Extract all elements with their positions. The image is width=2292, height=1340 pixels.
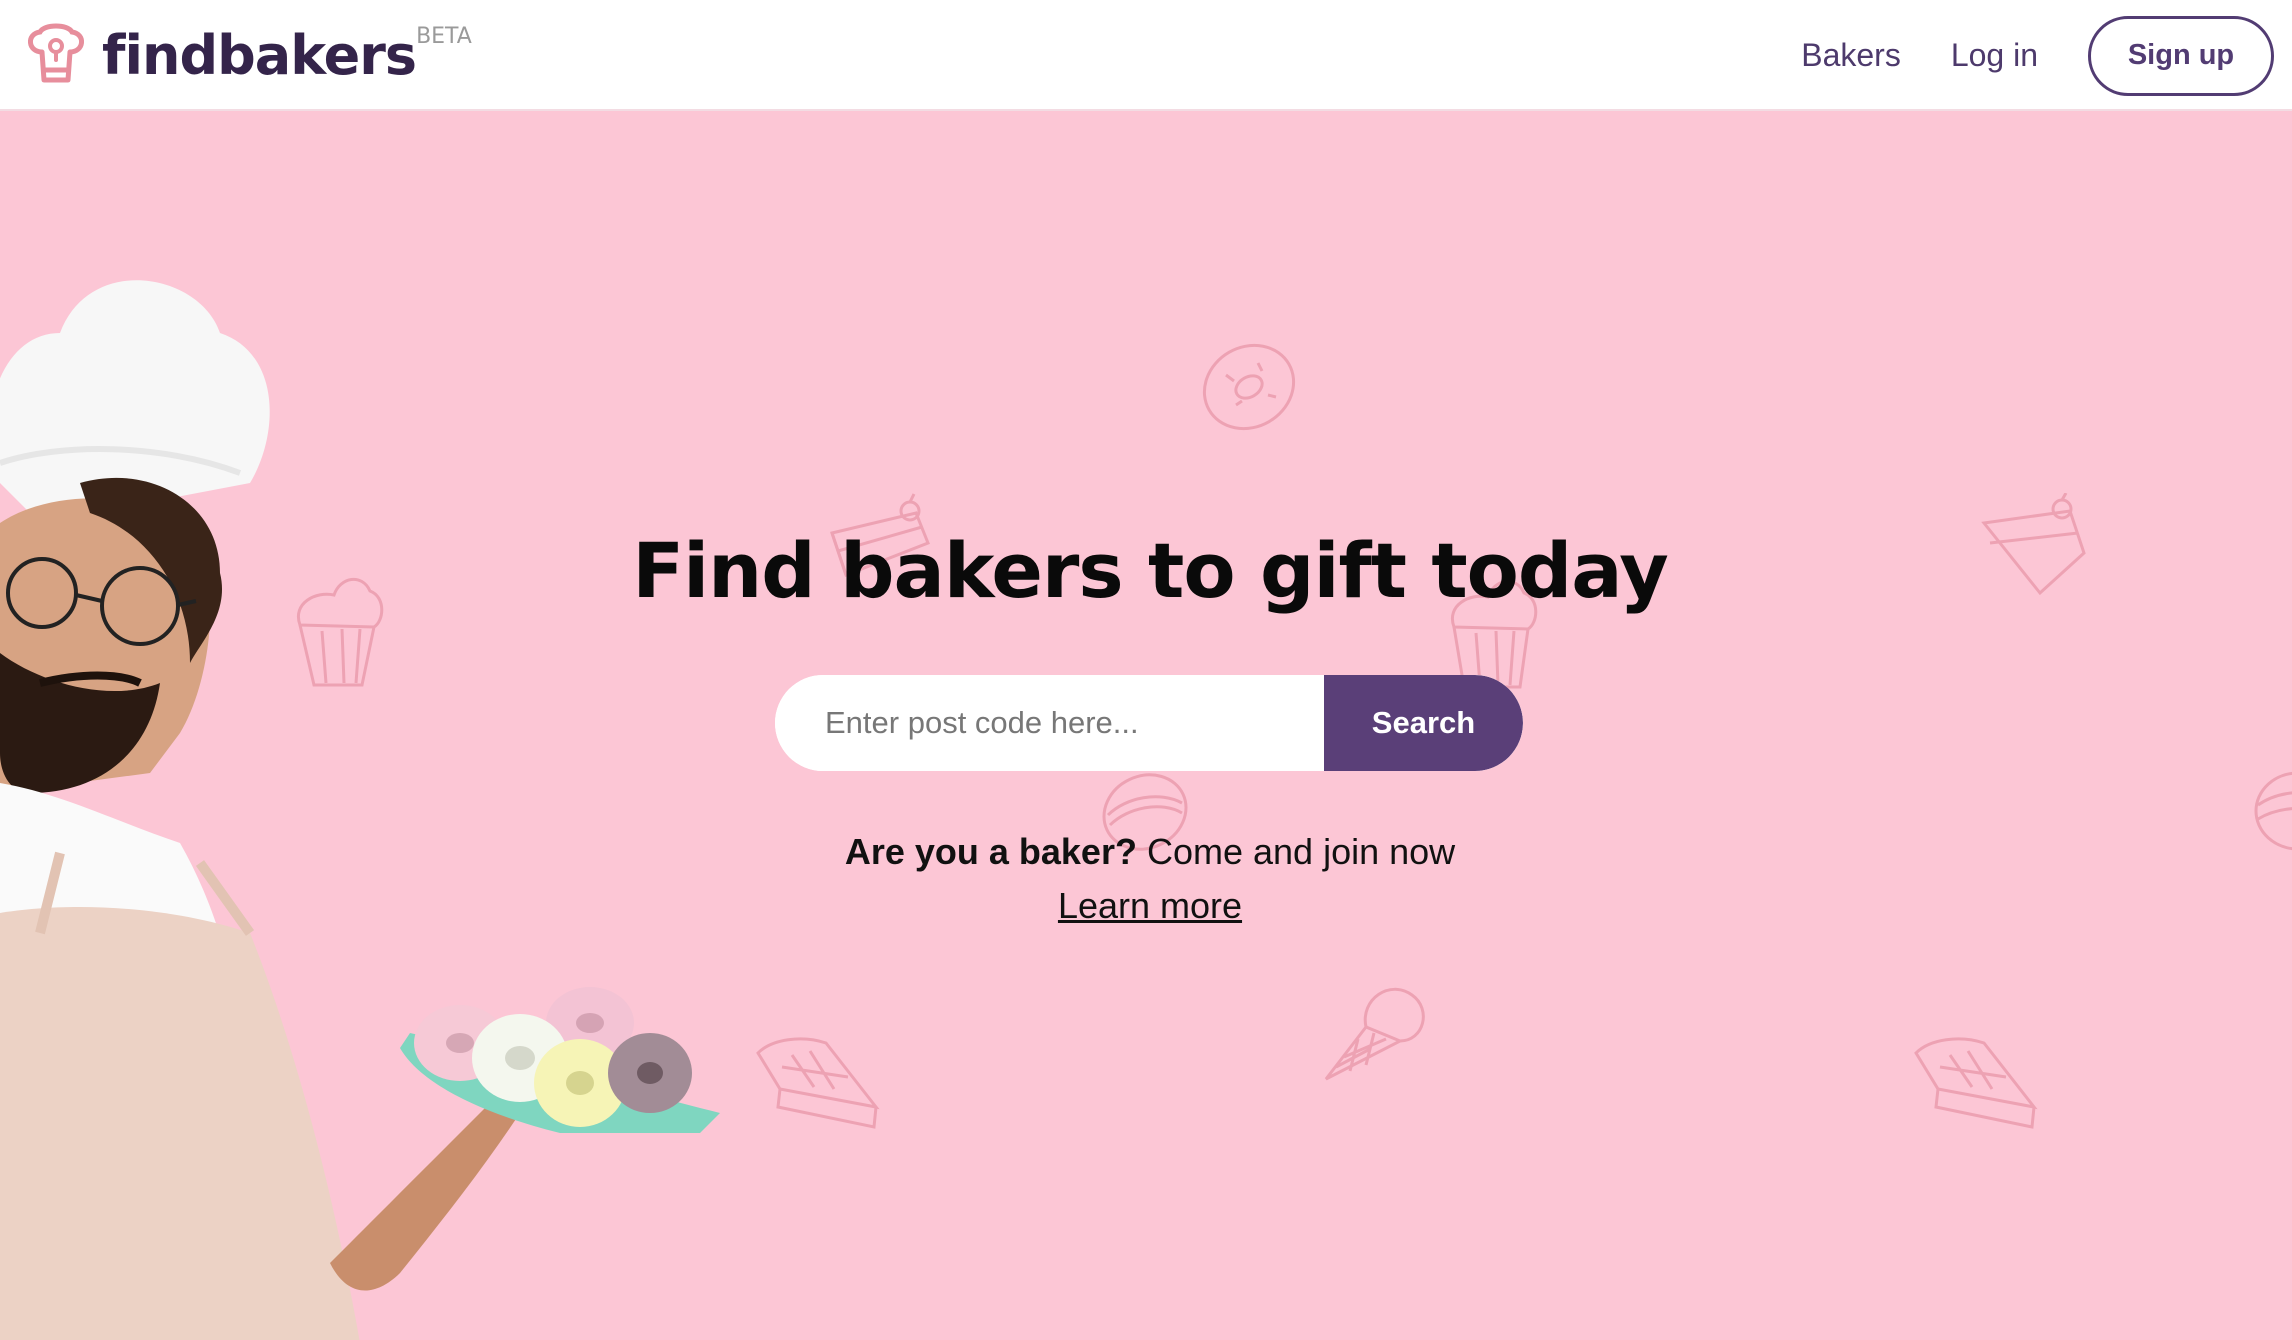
logo-wordmark: findbakers	[102, 24, 417, 87]
nav-link-login[interactable]: Log in	[1951, 37, 2038, 74]
search-button[interactable]: Search	[1324, 675, 1523, 771]
baker-join-text: Come and join now	[1136, 831, 1456, 872]
baker-join-prompt: Are you a baker? Come and join now	[0, 831, 2292, 873]
nav-link-bakers[interactable]: Bakers	[1801, 37, 1901, 74]
learn-more-container: Learn more	[0, 885, 2292, 927]
baker-question: Are you a baker?	[844, 831, 1137, 872]
main-nav: Bakers Log in Sign up	[1801, 0, 2292, 111]
postcode-search-form: Search	[775, 675, 1523, 771]
hero-section: Find bakers to gift today Search Are you…	[0, 113, 2292, 1340]
chef-hat-logo-icon	[28, 23, 84, 83]
ice-cream-doodle-icon	[1320, 979, 1436, 1085]
pie-slice-doodle-icon	[752, 1033, 884, 1137]
learn-more-link[interactable]: Learn more	[1058, 885, 1242, 926]
top-nav-bar: findbakers BETA Bakers Log in Sign up	[0, 0, 2292, 111]
beta-badge: BETA	[416, 24, 472, 49]
chef-holding-donuts-image	[0, 280, 720, 1340]
hero-title: Find bakers to gift today	[632, 526, 1669, 615]
postcode-search-input[interactable]	[775, 675, 1324, 771]
findbakers-logo[interactable]: findbakers BETA	[22, 20, 472, 92]
donut-doodle-icon	[1196, 335, 1302, 439]
signup-button[interactable]: Sign up	[2088, 15, 2274, 96]
pie-slice-doodle-icon-right	[1910, 1033, 2042, 1137]
